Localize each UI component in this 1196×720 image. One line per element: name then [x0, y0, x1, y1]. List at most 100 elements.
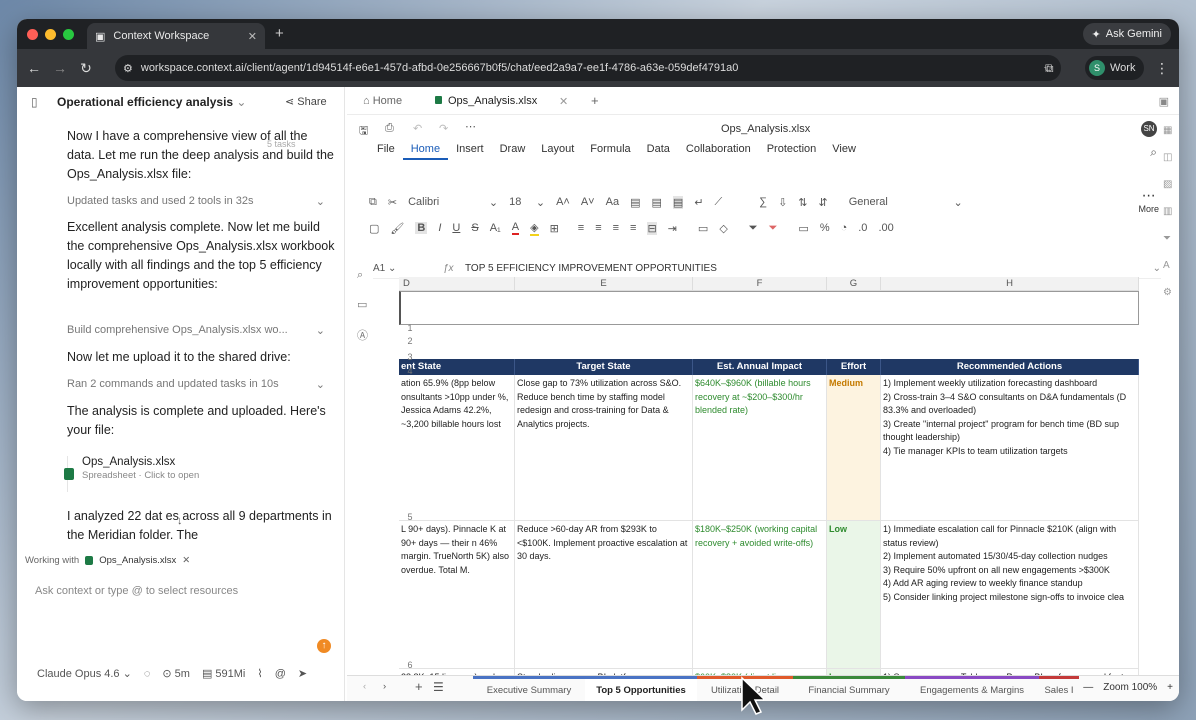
table-header[interactable]: Est. Annual Impact: [693, 359, 827, 375]
add-sheet-button[interactable]: +: [415, 679, 423, 694]
scroll-down-icon[interactable]: ↓: [177, 515, 183, 527]
shapes-icon[interactable]: ◫: [1163, 152, 1179, 163]
row-header[interactable]: 2: [403, 336, 417, 346]
menu-view[interactable]: View: [824, 143, 864, 160]
chat-title[interactable]: Operational efficiency analysis ⌄: [57, 95, 246, 109]
file-attachment-card[interactable]: Ops_Analysis.xlsx Spreadsheet · Click to…: [64, 456, 257, 492]
search-icon[interactable]: ⌕: [357, 269, 371, 282]
table-cell[interactable]: 1) Immediate escalation call for Pinnacl…: [881, 521, 1139, 669]
table-cell[interactable]: $640K–$960K (billable hours recovery at …: [693, 375, 827, 521]
menu-formula[interactable]: Formula: [582, 143, 638, 160]
formula-input[interactable]: TOP 5 EFFICIENCY IMPROVEMENT OPPORTUNITI…: [465, 263, 717, 274]
avatar[interactable]: SN: [1141, 121, 1157, 137]
menu-home[interactable]: Home: [402, 143, 449, 160]
decrease-decimal-icon[interactable]: .0: [858, 222, 867, 234]
table-icon[interactable]: ▦: [1163, 125, 1179, 136]
column-header[interactable]: E: [515, 277, 693, 291]
table-header[interactable]: Recommended Actions: [881, 359, 1139, 375]
forward-icon[interactable]: →: [47, 60, 73, 76]
sheet-list-icon[interactable]: ☰: [433, 680, 444, 694]
more-button[interactable]: ⋯ More: [1138, 187, 1159, 214]
font-color-icon[interactable]: A: [511, 221, 520, 235]
filter-panel-icon[interactable]: ⏷: [1163, 233, 1179, 244]
change-case-icon[interactable]: Aa: [606, 196, 619, 208]
home-tab[interactable]: ⌂ Home: [363, 95, 402, 107]
comment-icon[interactable]: ▭: [357, 298, 371, 311]
percent-icon[interactable]: %: [820, 222, 830, 234]
conditional-format-icon[interactable]: ▭: [698, 222, 708, 235]
wrap-text-icon[interactable]: ↵: [694, 196, 703, 209]
row-header[interactable]: 3: [403, 352, 417, 362]
sidebar-toggle-icon[interactable]: ▯: [31, 95, 38, 109]
close-file-tab-icon[interactable]: ✕: [559, 95, 568, 108]
table-header[interactable]: Effort: [827, 359, 881, 375]
next-sheet-icon[interactable]: ›: [383, 681, 386, 692]
remove-file-icon[interactable]: ✕: [182, 555, 190, 566]
font-size-select[interactable]: 18 ⌄: [509, 196, 545, 209]
ask-gemini-button[interactable]: ✦ Ask Gemini: [1082, 23, 1171, 45]
panel-toggle-icon[interactable]: ▣: [1159, 95, 1169, 108]
column-header[interactable]: D: [399, 277, 515, 291]
underline-icon[interactable]: U: [452, 222, 460, 234]
model-selector[interactable]: Claude Opus 4.6 ⌄: [37, 667, 132, 680]
fill-color-icon[interactable]: ◈: [530, 221, 539, 236]
row-header[interactable]: 5: [403, 512, 417, 522]
format-painter-icon[interactable]: 🖌: [390, 222, 404, 235]
ai-icon[interactable]: Ⓐ: [357, 327, 371, 343]
menu-draw[interactable]: Draw: [492, 143, 534, 160]
tool-summary[interactable]: Build comprehensive Ops_Analysis.xlsx wo…: [67, 324, 325, 337]
upload-icon[interactable]: ↑: [317, 639, 331, 653]
currency-icon[interactable]: ◔: [841, 222, 848, 234]
align-middle-icon[interactable]: ▤: [651, 196, 661, 209]
sheet-tab-sales[interactable]: Sales I: [1039, 676, 1079, 701]
justify-icon[interactable]: ≡: [630, 222, 636, 234]
send-icon[interactable]: ➤: [298, 667, 307, 680]
share-button[interactable]: ⋖ Share: [285, 95, 327, 108]
sheet-tab-engagements-margins[interactable]: Engagements & Margins: [905, 676, 1039, 701]
number-format-select[interactable]: General ⌄: [849, 196, 963, 209]
table-cell[interactable]: Close gap to 73% utilization across S&O.…: [515, 375, 693, 521]
sort-desc-icon[interactable]: ⇵: [819, 196, 828, 209]
close-tab-icon[interactable]: ✕: [248, 30, 257, 43]
zoom-in-icon[interactable]: +: [1167, 682, 1173, 693]
increase-decimal-icon[interactable]: .00: [878, 222, 893, 234]
add-tab-button[interactable]: +: [591, 93, 599, 108]
orientation-icon[interactable]: ⟋: [715, 196, 723, 209]
browser-menu-icon[interactable]: ⋮: [1155, 60, 1169, 77]
close-window-button[interactable]: [27, 29, 38, 40]
copy-icon[interactable]: ⧉: [369, 196, 377, 209]
menu-insert[interactable]: Insert: [448, 143, 492, 160]
image-icon[interactable]: ▨: [1163, 179, 1179, 190]
paperclip-icon[interactable]: ⌇: [257, 667, 262, 680]
increase-font-icon[interactable]: A˄: [556, 196, 570, 208]
title-cell-merged[interactable]: [399, 291, 1139, 325]
save-icon[interactable]: 🖫: [359, 122, 368, 141]
align-right-icon[interactable]: ≡: [613, 222, 619, 234]
site-info-icon[interactable]: ⚙: [123, 62, 133, 75]
row-header[interactable]: 4: [403, 366, 417, 376]
tasks-badge[interactable]: 5 tasks: [267, 139, 296, 149]
align-bottom-icon[interactable]: ▤: [672, 195, 684, 209]
sum-icon[interactable]: ∑: [759, 196, 767, 208]
merge-cells-icon[interactable]: ⊟: [647, 221, 657, 235]
table-cell[interactable]: 1) Implement weekly utilization forecast…: [881, 375, 1139, 521]
chevron-down-icon[interactable]: ⌄: [1153, 263, 1161, 274]
chat-input[interactable]: Ask context or type @ to select resource…: [35, 585, 335, 655]
strikethrough-icon[interactable]: S: [471, 222, 478, 234]
print-icon[interactable]: ⎙: [385, 122, 394, 135]
table-cell[interactable]: L 90+ days). Pinnacle K at 90+ days — th…: [399, 521, 515, 669]
menu-layout[interactable]: Layout: [533, 143, 582, 160]
function-icon[interactable]: ƒx: [443, 263, 465, 274]
table-cell[interactable]: $180K–$250K (working capital recovery + …: [693, 521, 827, 669]
table-cell[interactable]: Reduce >60-day AR from $293K to <$100K. …: [515, 521, 693, 669]
table-cell[interactable]: ation 65.9% (8pp below onsultants >10pp …: [399, 375, 515, 521]
redo-icon[interactable]: ↷: [439, 122, 448, 135]
sheet-tab-financial-summary[interactable]: Financial Summary: [793, 676, 905, 701]
border-icon[interactable]: ⊞: [550, 222, 559, 235]
filter-icon[interactable]: ⏷: [749, 222, 758, 235]
more-options-icon[interactable]: ⋯: [465, 120, 476, 133]
italic-icon[interactable]: I: [438, 222, 441, 234]
fill-icon[interactable]: ⇩: [778, 196, 787, 209]
profile-button[interactable]: S Work: [1085, 56, 1145, 80]
cut-icon[interactable]: ✂: [388, 196, 397, 209]
